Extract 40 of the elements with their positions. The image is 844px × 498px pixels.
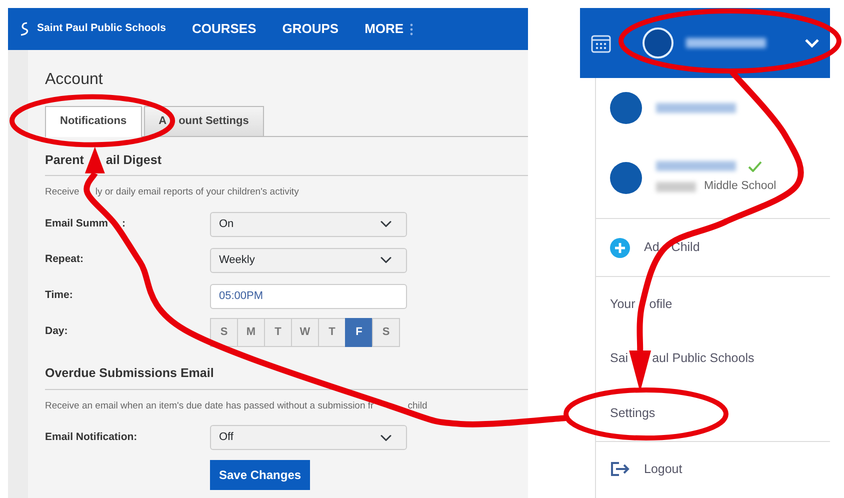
time-input-field[interactable]: 05:00PM <box>210 284 407 308</box>
chevron-down-icon[interactable] <box>804 38 820 48</box>
field-label: Email Summ : <box>45 216 127 232</box>
field-label: Repeat: <box>45 252 85 268</box>
select-field[interactable]: Off <box>210 425 407 450</box>
section-heading: Overdue Submissions Email <box>45 364 528 390</box>
select-field[interactable]: On <box>210 212 407 236</box>
field-label: Email Notification: <box>45 430 138 445</box>
day-button[interactable]: T <box>318 318 346 346</box>
day-button[interactable]: W <box>291 318 319 346</box>
section-description: Receive an email when an item's due date has passed without a submission fr child <box>45 399 428 414</box>
tab[interactable]: Notifications <box>45 106 142 136</box>
field-label: Day: <box>45 324 69 340</box>
save-changes-button[interactable]: Save Changes <box>210 460 310 490</box>
menu-item[interactable]: Sai aul Public Schools <box>610 349 754 368</box>
nav-link[interactable]: GROUPS <box>282 19 339 39</box>
menu-item[interactable]: Logout <box>644 460 682 478</box>
field-label: Time: <box>45 288 74 304</box>
day-button[interactable]: S <box>372 318 400 346</box>
avatar-icon <box>610 92 642 124</box>
nav-link[interactable]: COURSES <box>192 19 256 39</box>
avatar-icon <box>610 162 642 194</box>
day-button[interactable]: M <box>237 318 265 346</box>
logout-icon <box>610 461 630 477</box>
page-title: Account <box>45 70 104 90</box>
menu-item[interactable]: Settings <box>610 404 656 423</box>
section-description: Receive ly or daily email reports of your children's activity <box>45 186 300 200</box>
select-field[interactable]: Weekly <box>210 248 407 272</box>
brand-name[interactable]: Saint Paul Public Schools <box>37 21 166 37</box>
child-item[interactable]: Middle School <box>596 138 830 218</box>
blurred-school-name <box>656 182 696 192</box>
menu-item[interactable]: Your ofile <box>610 294 672 314</box>
day-button[interactable]: F <box>345 318 373 346</box>
day-button[interactable]: T <box>264 318 292 346</box>
nav-link[interactable]: MORE <box>364 19 404 39</box>
plus-icon <box>610 238 630 258</box>
more-dots-icon[interactable] <box>410 22 413 36</box>
school-name: Middle School <box>704 178 776 194</box>
tab[interactable]: A ount Settings <box>144 106 264 136</box>
avatar-icon[interactable] <box>642 27 674 59</box>
